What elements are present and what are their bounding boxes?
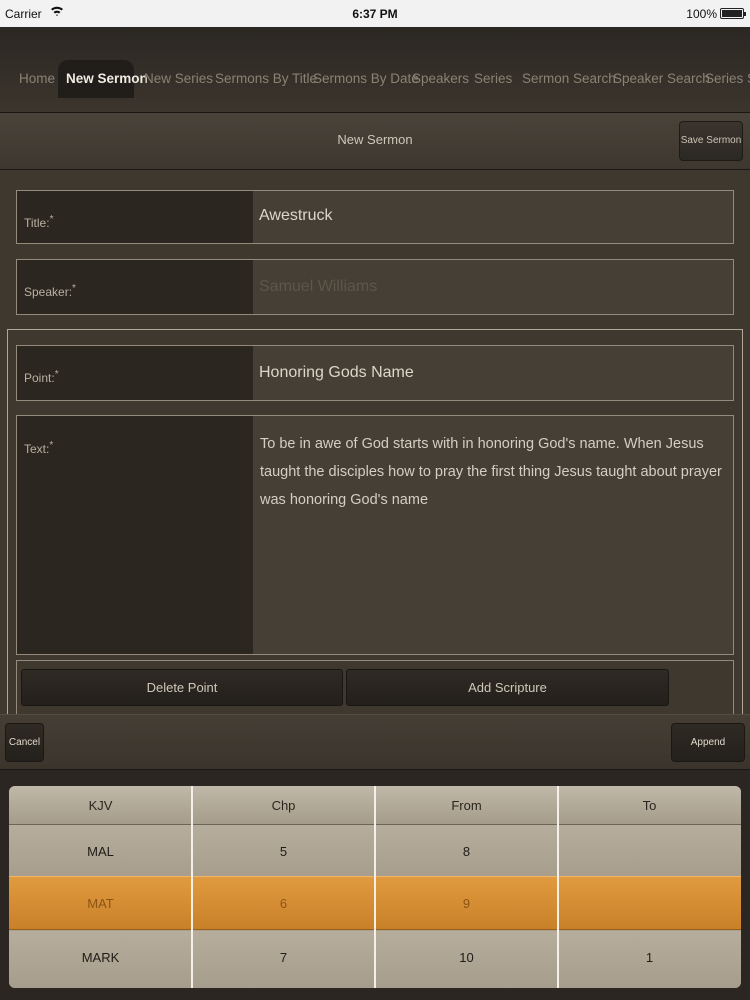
text-input[interactable]: To be in awe of God starts with in honor… [260, 430, 730, 514]
tab-sermons-by-date[interactable]: Sermons By Date [313, 67, 419, 91]
column-header-chapter: Chp [271, 798, 296, 813]
text-field[interactable]: Text:* To be in awe of God starts with i… [16, 415, 734, 655]
picker-cell-chapter: 6 [279, 896, 288, 911]
point-field[interactable]: Point:* Honoring Gods Name [16, 345, 734, 401]
picker-cell-to: 1 [645, 950, 654, 965]
scripture-picker[interactable]: KJV Chp From To MAL 5 8 MAT 6 9 MARK 7 10 1 [9, 786, 741, 988]
title-field[interactable]: Title:* Awestruck [16, 190, 734, 244]
picker-cell-from: 10 [459, 950, 474, 965]
tab-new-series[interactable]: New Series [144, 67, 213, 91]
speaker-field[interactable]: Speaker:* Samuel Williams [16, 259, 734, 315]
picker-cell-chapter: 5 [279, 844, 288, 859]
picker-cell-from: 8 [462, 844, 471, 859]
column-divider [557, 786, 559, 988]
scripture-picker-area: KJV Chp From To MAL 5 8 MAT 6 9 MARK 7 10 1 [0, 770, 750, 1000]
column-divider [374, 786, 376, 988]
append-scripture-button[interactable]: Append Scripture [671, 723, 745, 785]
column-header-version: KJV [88, 798, 113, 813]
cancel-button[interactable]: Cancel [5, 723, 44, 762]
title-input[interactable]: Awestruck [259, 207, 333, 225]
tab-sermon-search[interactable]: Sermon Search [522, 67, 616, 91]
save-sermon-button[interactable]: Save Sermon [679, 121, 743, 161]
tab-series-s[interactable]: Series S [705, 67, 750, 91]
picker-cell-version: MAT [87, 896, 114, 911]
title-label: Title:* [24, 214, 54, 230]
column-divider [191, 786, 193, 988]
tab-new-sermon[interactable]: New Sermon [66, 67, 148, 91]
status-bar: Carrier 6:37 PM 100% [0, 0, 750, 27]
tab-sermons-by-title[interactable]: Sermons By Title [215, 67, 317, 91]
speaker-input[interactable]: Samuel Williams [259, 278, 377, 296]
column-header-to: To [642, 798, 657, 813]
point-label: Point:* [24, 369, 59, 385]
page-title: New Sermon [337, 132, 413, 147]
speaker-label: Speaker:* [24, 283, 76, 299]
picker-cell-version: MARK [81, 950, 120, 965]
clock: 6:37 PM [352, 7, 398, 21]
column-header-from: From [451, 798, 482, 813]
point-actions: Delete Point Add Scripture [16, 660, 734, 714]
picker-cell-version: MAL [87, 844, 114, 859]
picker-cell-to [558, 877, 741, 931]
battery-percent: 100% [686, 7, 717, 21]
point-input[interactable]: Honoring Gods Name [259, 364, 414, 382]
tab-series[interactable]: Series [474, 67, 512, 91]
picker-cell-chapter: 7 [279, 950, 288, 965]
sermon-form: Title:* Awestruck Speaker:* Samuel Willi… [0, 170, 750, 714]
top-tab-bar: Home New Sermon New Series Sermons By Title… [0, 27, 750, 113]
text-label: Text:* [24, 440, 54, 456]
picker-cell-to [558, 825, 741, 879]
add-scripture-button[interactable]: Add Scripture [346, 669, 669, 706]
battery-icon [720, 8, 746, 19]
tab-speaker-search[interactable]: Speaker Search [613, 67, 710, 91]
delete-point-button[interactable]: Delete Point [21, 669, 343, 706]
picker-cell-from: 9 [462, 896, 471, 911]
tab-home[interactable]: Home [19, 67, 55, 91]
tab-speakers[interactable]: Speakers [412, 67, 469, 91]
picker-toolbar: Cancel Append Scripture [0, 714, 750, 785]
page-header: New Sermon Save Sermon [0, 113, 750, 170]
